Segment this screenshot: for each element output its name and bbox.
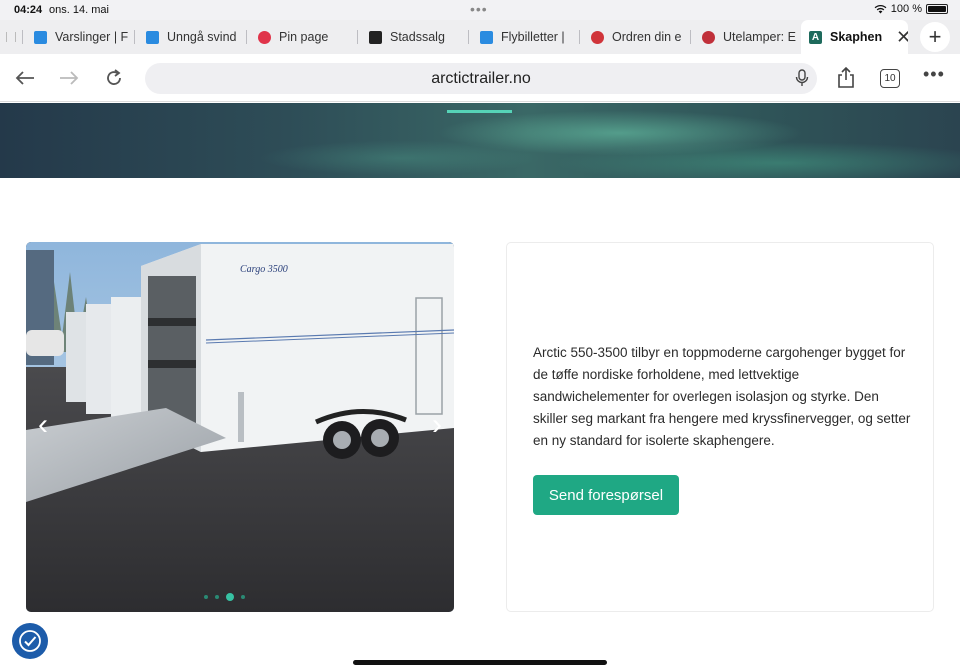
tab-favicon-icon — [369, 30, 382, 44]
forward-arrow-icon — [60, 71, 79, 85]
tab-label: Flybilletter | — [501, 30, 565, 44]
microphone-icon[interactable] — [795, 69, 809, 87]
tab-label: Ordren din e — [612, 30, 682, 44]
status-right: 100 % — [874, 3, 948, 15]
share-icon[interactable] — [836, 67, 856, 89]
product-image-slider[interactable]: Cargo 3500 ‹ › — [26, 242, 454, 612]
slider-pagination — [204, 593, 245, 601]
new-tab-button[interactable]: + — [920, 22, 950, 52]
reload-icon — [107, 69, 121, 85]
slider-dot[interactable] — [215, 595, 219, 599]
nav-bar: arctictrailer.no 10 ••• — [0, 54, 960, 102]
wifi-icon — [874, 4, 887, 14]
battery-icon — [926, 4, 948, 14]
product-description: Arctic 550-3500 tilbyr en toppmoderne ca… — [533, 345, 911, 448]
tab-label: Stadssalg — [390, 30, 445, 44]
tab-label: Unngå svind — [167, 30, 237, 44]
battery-percent: 100 % — [890, 3, 922, 15]
home-indicator — [353, 660, 607, 665]
tab-stadssalg[interactable]: Stadssalg — [357, 20, 465, 54]
tab-favicon-icon — [480, 30, 493, 44]
slider-dot[interactable] — [241, 595, 245, 599]
tab-utelamper[interactable]: Utelamper: E — [690, 20, 798, 54]
tab-switcher-button[interactable]: 10 — [880, 69, 900, 88]
status-bar: 04:24 ons. 14. mai ••• 100 % — [0, 0, 960, 20]
trailer-photo: Cargo 3500 — [26, 242, 454, 612]
hero-banner-aurora — [0, 103, 960, 178]
status-time: 04:24 — [14, 4, 43, 16]
arctic-favicon-icon: A — [809, 30, 822, 44]
tab-label: Skaphen — [830, 30, 883, 44]
trailer-brand-text: Cargo 3500 — [240, 264, 288, 275]
tab-label: Utelamper: E — [723, 30, 796, 44]
back-button[interactable] — [12, 66, 38, 90]
tab-favicon-icon — [702, 30, 715, 44]
product-info-card: Arctic 550-3500 tilbyr en toppmoderne ca… — [506, 242, 934, 612]
forward-button[interactable] — [56, 66, 82, 90]
tab-unnga-svind[interactable]: Unngå svind — [134, 20, 242, 54]
url-text: arctictrailer.no — [431, 70, 531, 87]
close-tab-icon[interactable]: ✕ — [896, 27, 908, 48]
more-menu-icon[interactable]: ••• — [923, 64, 945, 85]
tab-label: Pin page — [279, 30, 329, 44]
tab-varslinger[interactable]: Varslinger | F — [22, 20, 130, 54]
tab-favicon-icon — [34, 30, 47, 44]
tab-bar: Varslinger | F Unngå svind Pin page Stad… — [0, 20, 960, 54]
reload-button[interactable] — [101, 66, 127, 90]
plus-icon: + — [928, 24, 942, 49]
tab-flybilletter[interactable]: Flybilletter | — [468, 20, 576, 54]
tab-ordren[interactable]: Ordren din e — [579, 20, 687, 54]
send-request-button[interactable]: Send forespørsel — [533, 475, 679, 515]
tab-pin-page[interactable]: Pin page — [246, 20, 354, 54]
tab-skaphengere-active[interactable]: A Skaphen ✕ — [801, 20, 908, 54]
accessibility-button[interactable] — [12, 623, 48, 659]
address-bar[interactable]: arctictrailer.no — [145, 63, 817, 94]
slider-dot[interactable] — [204, 595, 208, 599]
tab-favicon-icon — [591, 30, 604, 44]
back-arrow-icon — [15, 71, 34, 85]
tab-overflow-indicator — [6, 32, 16, 42]
multitask-dots-icon[interactable]: ••• — [470, 1, 488, 17]
hero-accent-line — [447, 110, 512, 113]
previous-slide-arrow-icon[interactable]: ‹ — [38, 410, 48, 440]
slider-dot-active[interactable] — [226, 593, 234, 601]
next-slide-arrow-icon[interactable]: › — [432, 410, 442, 440]
tab-favicon-icon — [146, 30, 159, 44]
tab-label: Varslinger | F — [55, 30, 129, 44]
status-date: ons. 14. mai — [49, 4, 109, 16]
pinterest-icon — [258, 30, 271, 44]
accessibility-check-icon — [19, 630, 41, 652]
